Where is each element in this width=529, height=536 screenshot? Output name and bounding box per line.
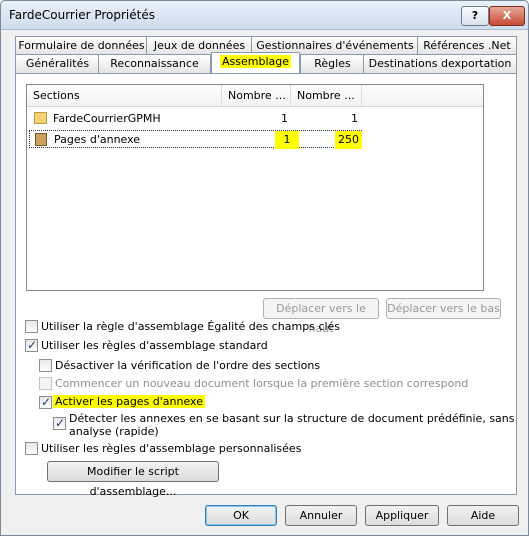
help-title-button[interactable]: ? bbox=[461, 6, 489, 26]
tab-regles[interactable]: Règles bbox=[300, 54, 365, 73]
column-header-min[interactable]: Nombre ... bbox=[222, 85, 291, 107]
disable-order-label: Désactiver la vérification de l'ordre de… bbox=[55, 359, 321, 372]
column-header-sections[interactable]: Sections bbox=[27, 85, 222, 107]
detect-annex-label-line1: Détecter les annexes en se basant sur la… bbox=[69, 412, 515, 425]
window-title: FardeCourrier Propriétés bbox=[9, 8, 155, 22]
detect-annex-label-line2: analyse (rapide) bbox=[69, 425, 159, 438]
tab-formulaire-donnees[interactable]: Formulaire de données bbox=[15, 36, 148, 55]
custom-rules-checkbox[interactable] bbox=[25, 442, 38, 455]
apply-button[interactable]: Appliquer bbox=[365, 505, 439, 526]
close-button[interactable]: X bbox=[489, 6, 525, 26]
title-bar: FardeCourrier Propriétés ? X bbox=[1, 1, 528, 30]
detect-annex-checkbox[interactable] bbox=[53, 416, 66, 430]
tab-destinations-exportation[interactable]: Destinations dexportation bbox=[363, 54, 517, 73]
column-header-filler bbox=[362, 85, 483, 107]
new-document-label: Commencer un nouveau document lorsque la… bbox=[55, 377, 469, 390]
folder-icon bbox=[34, 112, 47, 124]
standard-rules-label: Utiliser les règles d'assemblage standar… bbox=[41, 339, 268, 352]
list-item[interactable]: FardeCourrierGPMH 1 1 bbox=[29, 110, 362, 128]
standard-rules-checkbox[interactable] bbox=[25, 338, 38, 352]
equality-rule-checkbox[interactable] bbox=[25, 320, 38, 333]
tab-references-net[interactable]: Références .Net bbox=[417, 36, 517, 55]
list-item-selected[interactable]: Pages d'annexe 1 250 bbox=[29, 130, 362, 149]
activate-annex-checkbox[interactable] bbox=[39, 395, 52, 409]
move-up-button[interactable]: Déplacer vers le haut bbox=[263, 298, 379, 335]
help-button[interactable]: Aide bbox=[447, 505, 519, 526]
cancel-button[interactable]: Annuler bbox=[285, 505, 357, 526]
custom-rules-label: Utiliser les règles d'assemblage personn… bbox=[41, 442, 302, 455]
equality-rule-label: Utiliser la règle d'assemblage Égalité d… bbox=[41, 320, 341, 333]
edit-script-button[interactable]: Modifier le script d'assemblage... bbox=[47, 461, 219, 498]
ok-button[interactable]: OK bbox=[205, 505, 277, 526]
move-down-button[interactable]: Déplacer vers le bas bbox=[386, 298, 501, 319]
sections-list[interactable]: Sections Nombre ... Nombre ... FardeCour… bbox=[26, 84, 484, 291]
disable-order-checkbox[interactable] bbox=[39, 359, 52, 372]
activate-annex-label: Activer les pages d'annexe bbox=[53, 395, 206, 408]
tab-generalites[interactable]: Généralités bbox=[15, 54, 100, 73]
book-icon bbox=[35, 133, 47, 146]
column-header-max[interactable]: Nombre ... bbox=[291, 85, 362, 107]
tab-reconnaissance[interactable]: Reconnaissance bbox=[98, 54, 211, 73]
new-document-checkbox[interactable] bbox=[39, 377, 52, 390]
tab-assemblage[interactable]: Assemblage bbox=[211, 52, 300, 73]
properties-dialog: FardeCourrier Propriétés ? X Formulaire … bbox=[0, 0, 529, 536]
